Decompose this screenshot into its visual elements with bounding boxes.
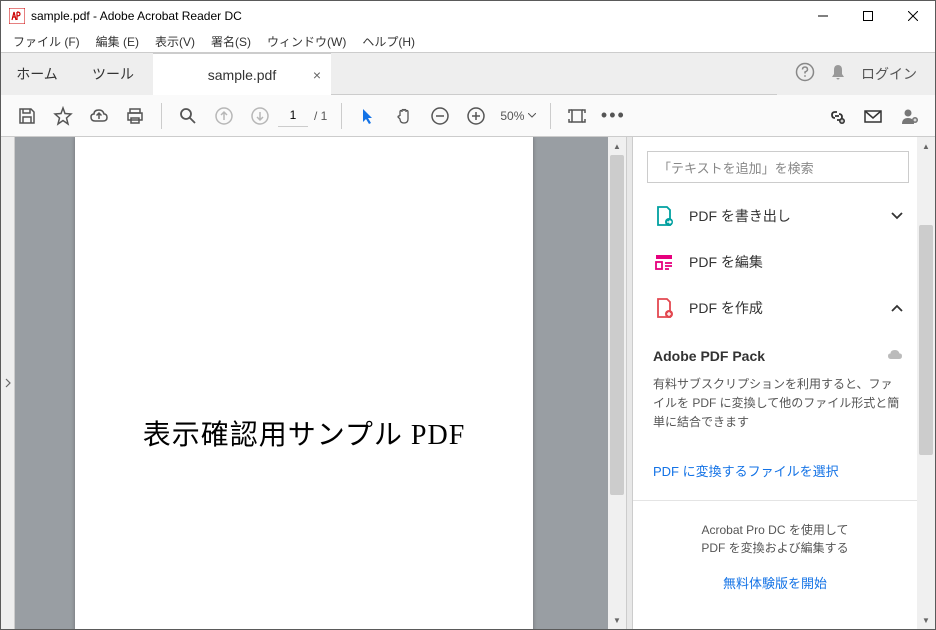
side-panel: 「テキストを追加」を検索 PDF を書き出し PDF を編集 PDF を作成	[633, 137, 935, 629]
promo-section: Acrobat Pro DC を使用して PDF を変換および編集する 無料体験…	[633, 500, 917, 608]
promo-text-1: Acrobat Pro DC を使用して	[643, 521, 907, 539]
toolbar-separator	[550, 103, 551, 129]
cloud-small-icon	[887, 347, 903, 365]
bell-icon[interactable]	[829, 63, 847, 86]
promo-text-2: PDF を変換および編集する	[643, 539, 907, 557]
viewer-scrollbar[interactable]: ▲ ▼	[608, 137, 626, 629]
scroll-track[interactable]	[917, 155, 935, 611]
adobe-pdf-pack-section: Adobe PDF Pack 有料サブスクリプションを利用すると、ファイルを P…	[647, 347, 909, 480]
zoom-select[interactable]: 50%	[500, 109, 536, 123]
page-number-input[interactable]	[278, 105, 308, 127]
dots-icon: •••	[601, 105, 626, 126]
menu-view[interactable]: 表示(V)	[147, 31, 203, 52]
hand-tool[interactable]	[386, 96, 422, 136]
tab-file-active[interactable]: sample.pdf ×	[153, 53, 331, 95]
pack-title: Adobe PDF Pack	[653, 348, 765, 364]
tab-home[interactable]: ホーム	[1, 53, 73, 95]
menubar: ファイル (F) 編集 (E) 表示(V) 署名(S) ウィンドウ(W) ヘルプ…	[1, 31, 935, 53]
menu-edit[interactable]: 編集 (E)	[88, 31, 147, 52]
tools-search-input[interactable]: 「テキストを追加」を検索	[647, 151, 909, 183]
left-panel-handle[interactable]	[1, 137, 15, 629]
side-scrollbar[interactable]: ▲ ▼	[917, 137, 935, 629]
close-button[interactable]	[890, 1, 935, 31]
more-tools-button[interactable]: •••	[595, 96, 631, 136]
tab-file-label: sample.pdf	[208, 67, 276, 83]
star-button[interactable]	[45, 96, 81, 136]
header-right-controls: ログイン	[777, 53, 935, 95]
edit-pdf-icon	[653, 251, 675, 273]
fit-page-button[interactable]	[559, 96, 595, 136]
maximize-button[interactable]	[845, 1, 890, 31]
tab-tool[interactable]: ツール	[73, 53, 153, 95]
pack-select-file-link[interactable]: PDF に変換するファイルを選択	[653, 461, 903, 480]
document-viewer[interactable]: 表示確認用サンプル PDF	[15, 137, 608, 629]
panel-create-pdf[interactable]: PDF を作成	[647, 285, 909, 331]
scroll-up-icon[interactable]: ▲	[917, 137, 935, 155]
side-content: 「テキストを追加」を検索 PDF を書き出し PDF を編集 PDF を作成	[633, 137, 917, 629]
app-icon	[9, 8, 25, 24]
menu-window[interactable]: ウィンドウ(W)	[259, 31, 354, 52]
next-page-button[interactable]	[242, 96, 278, 136]
tab-close-icon[interactable]: ×	[313, 67, 321, 83]
content-area: 表示確認用サンプル PDF ▲ ▼ 「テキストを追加」を検索 PDF を書き出し…	[1, 137, 935, 629]
minimize-button[interactable]	[800, 1, 845, 31]
search-placeholder: 「テキストを追加」を検索	[658, 158, 814, 177]
panel-export-pdf[interactable]: PDF を書き出し	[647, 193, 909, 239]
panel-item-label: PDF を編集	[689, 252, 903, 272]
save-button[interactable]	[9, 96, 45, 136]
menu-sign[interactable]: 署名(S)	[203, 31, 259, 52]
pack-description: 有料サブスクリプションを利用すると、ファイルを PDF に変換して他のファイル形…	[653, 375, 903, 433]
print-button[interactable]	[117, 96, 153, 136]
tabs-row: ホーム ツール sample.pdf × ログイン	[1, 53, 935, 95]
window-title: sample.pdf - Adobe Acrobat Reader DC	[31, 9, 800, 23]
panel-item-label: PDF を書き出し	[689, 206, 877, 226]
pdf-page: 表示確認用サンプル PDF	[75, 137, 533, 629]
page-total: / 1	[314, 109, 327, 123]
scroll-track[interactable]	[608, 155, 626, 611]
create-pdf-icon	[653, 297, 675, 319]
promo-trial-link[interactable]: 無料体験版を開始	[643, 573, 907, 592]
menu-help[interactable]: ヘルプ(H)	[354, 31, 423, 52]
scroll-thumb[interactable]	[610, 155, 624, 495]
chevron-down-icon	[528, 113, 536, 118]
chevron-up-icon	[891, 299, 903, 317]
share-person-button[interactable]	[891, 96, 927, 136]
toolbar-separator	[341, 103, 342, 129]
cloud-button[interactable]	[81, 96, 117, 136]
zoom-out-button[interactable]	[422, 96, 458, 136]
panel-divider[interactable]	[626, 137, 633, 629]
scroll-up-icon[interactable]: ▲	[608, 137, 626, 155]
pdf-text: 表示確認用サンプル PDF	[75, 413, 533, 453]
panel-item-label: PDF を作成	[689, 298, 877, 318]
scroll-down-icon[interactable]: ▼	[917, 611, 935, 629]
chevron-down-icon	[891, 207, 903, 225]
scroll-down-icon[interactable]: ▼	[608, 611, 626, 629]
zoom-in-button[interactable]	[458, 96, 494, 136]
share-link-button[interactable]	[819, 96, 855, 136]
menu-file[interactable]: ファイル (F)	[5, 31, 88, 52]
help-icon[interactable]	[795, 62, 815, 87]
prev-page-button[interactable]	[206, 96, 242, 136]
toolbar-separator	[161, 103, 162, 129]
panel-edit-pdf[interactable]: PDF を編集	[647, 239, 909, 285]
pointer-tool[interactable]	[350, 96, 386, 136]
export-pdf-icon	[653, 205, 675, 227]
titlebar: sample.pdf - Adobe Acrobat Reader DC	[1, 1, 935, 31]
scroll-thumb[interactable]	[919, 225, 933, 455]
toolbar: / 1 50% •••	[1, 95, 935, 137]
find-button[interactable]	[170, 96, 206, 136]
tabs-spacer	[331, 53, 777, 95]
email-button[interactable]	[855, 96, 891, 136]
window-controls	[800, 1, 935, 31]
login-link[interactable]: ログイン	[861, 64, 917, 84]
